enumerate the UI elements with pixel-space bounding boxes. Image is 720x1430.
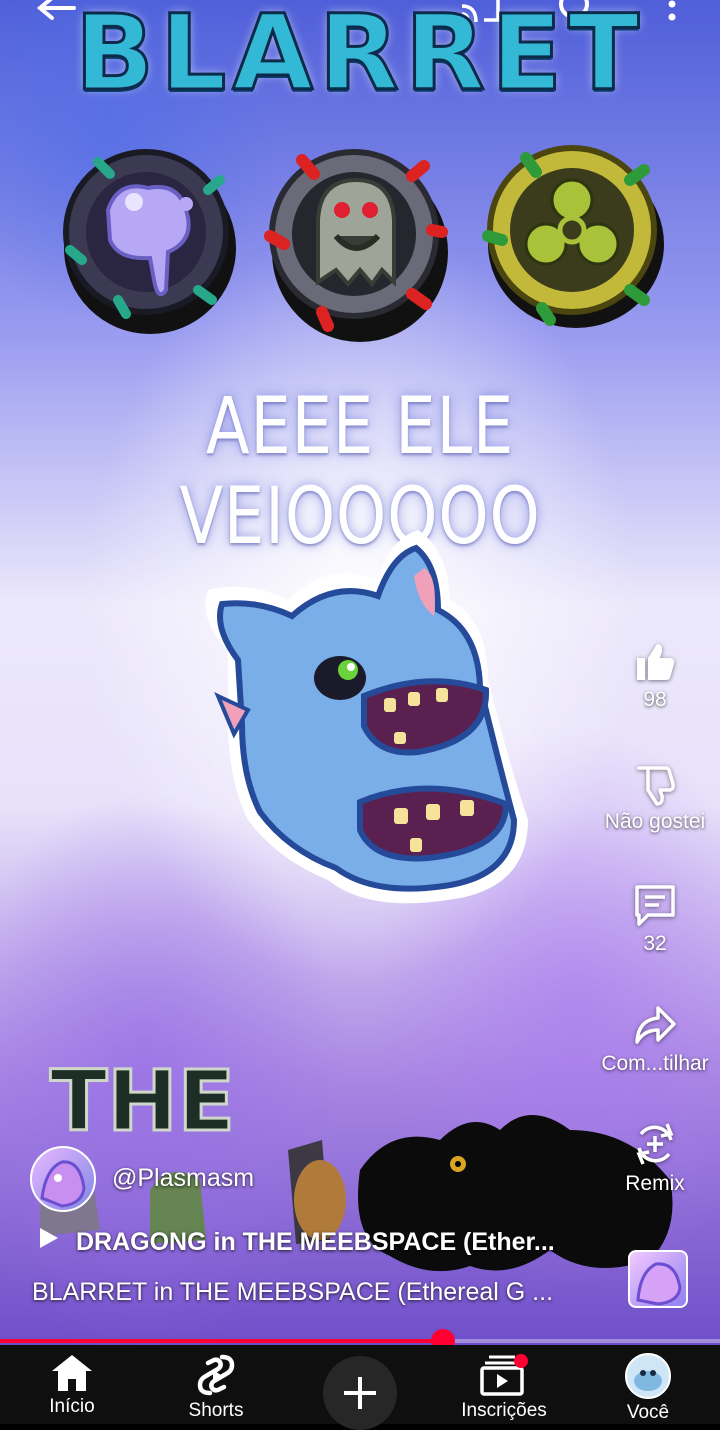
dislike-button[interactable]: Não gostei — [590, 762, 720, 834]
share-label: Com...tilhar — [601, 1052, 709, 1075]
sound-art-icon — [636, 1262, 682, 1306]
nav-you-label: Você — [626, 1402, 670, 1423]
progress-fill — [0, 1339, 443, 1343]
share-arrow-icon — [635, 1006, 676, 1044]
blarret-title-graphic: BLARRET — [73, 0, 646, 116]
shorts-icon — [197, 1354, 235, 1396]
channel-handle[interactable]: @Plasmasm — [112, 1164, 254, 1193]
profile-avatar-icon — [625, 1353, 671, 1399]
remix-icon — [636, 1123, 674, 1165]
biohazard-element-badge — [482, 145, 664, 328]
svg-text:THE: THE — [50, 1052, 235, 1150]
slime-element-badge — [63, 149, 236, 334]
nav-subscriptions-label: Inscrições — [461, 1400, 547, 1421]
video-progress-bar[interactable] — [0, 1329, 720, 1353]
remix-label: Remix — [625, 1172, 685, 1195]
nav-home-label: Início — [49, 1396, 95, 1417]
like-count: 98 — [643, 688, 667, 711]
thumbs-up-icon — [637, 644, 675, 680]
dislike-label: Não gostei — [604, 810, 706, 833]
thumbs-down-icon — [637, 766, 675, 806]
video-title[interactable]: BLARRET in THE MEEBSPACE (Ethereal G ... — [32, 1278, 553, 1307]
nav-shorts-label: Shorts — [188, 1400, 244, 1421]
avatar-art-icon — [40, 1160, 86, 1208]
related-video-title: DRAGONG in THE MEEBSPACE (Ether... — [76, 1228, 555, 1256]
like-button[interactable]: 98 — [590, 640, 720, 712]
comment-icon — [635, 885, 675, 926]
ghost-element-badge — [264, 149, 448, 342]
nav-you[interactable]: Você — [588, 1345, 708, 1424]
play-icon — [40, 1228, 58, 1248]
home-icon — [52, 1355, 92, 1391]
nav-subscriptions[interactable]: Inscrições — [444, 1345, 564, 1424]
related-video-link[interactable]: DRAGONG in THE MEEBSPACE (Ether... — [38, 1226, 555, 1257]
subscriptions-icon — [480, 1354, 528, 1396]
plus-icon — [344, 1377, 376, 1409]
create-button[interactable] — [323, 1356, 397, 1430]
share-button[interactable]: Com...tilhar — [590, 1002, 720, 1076]
remix-button[interactable]: Remix — [590, 1120, 720, 1196]
sound-thumbnail[interactable] — [628, 1250, 688, 1308]
channel-avatar[interactable] — [30, 1146, 96, 1212]
nav-home[interactable]: Início — [12, 1345, 132, 1424]
short-video-player[interactable]: BLARRET AEEE ELE VEIOOOOO THE 98 Não gos… — [0, 0, 720, 1345]
comment-count: 32 — [643, 932, 667, 955]
blue-monster-illustration — [205, 530, 528, 904]
comments-button[interactable]: 32 — [590, 882, 720, 956]
nav-shorts[interactable]: Shorts — [156, 1345, 276, 1424]
